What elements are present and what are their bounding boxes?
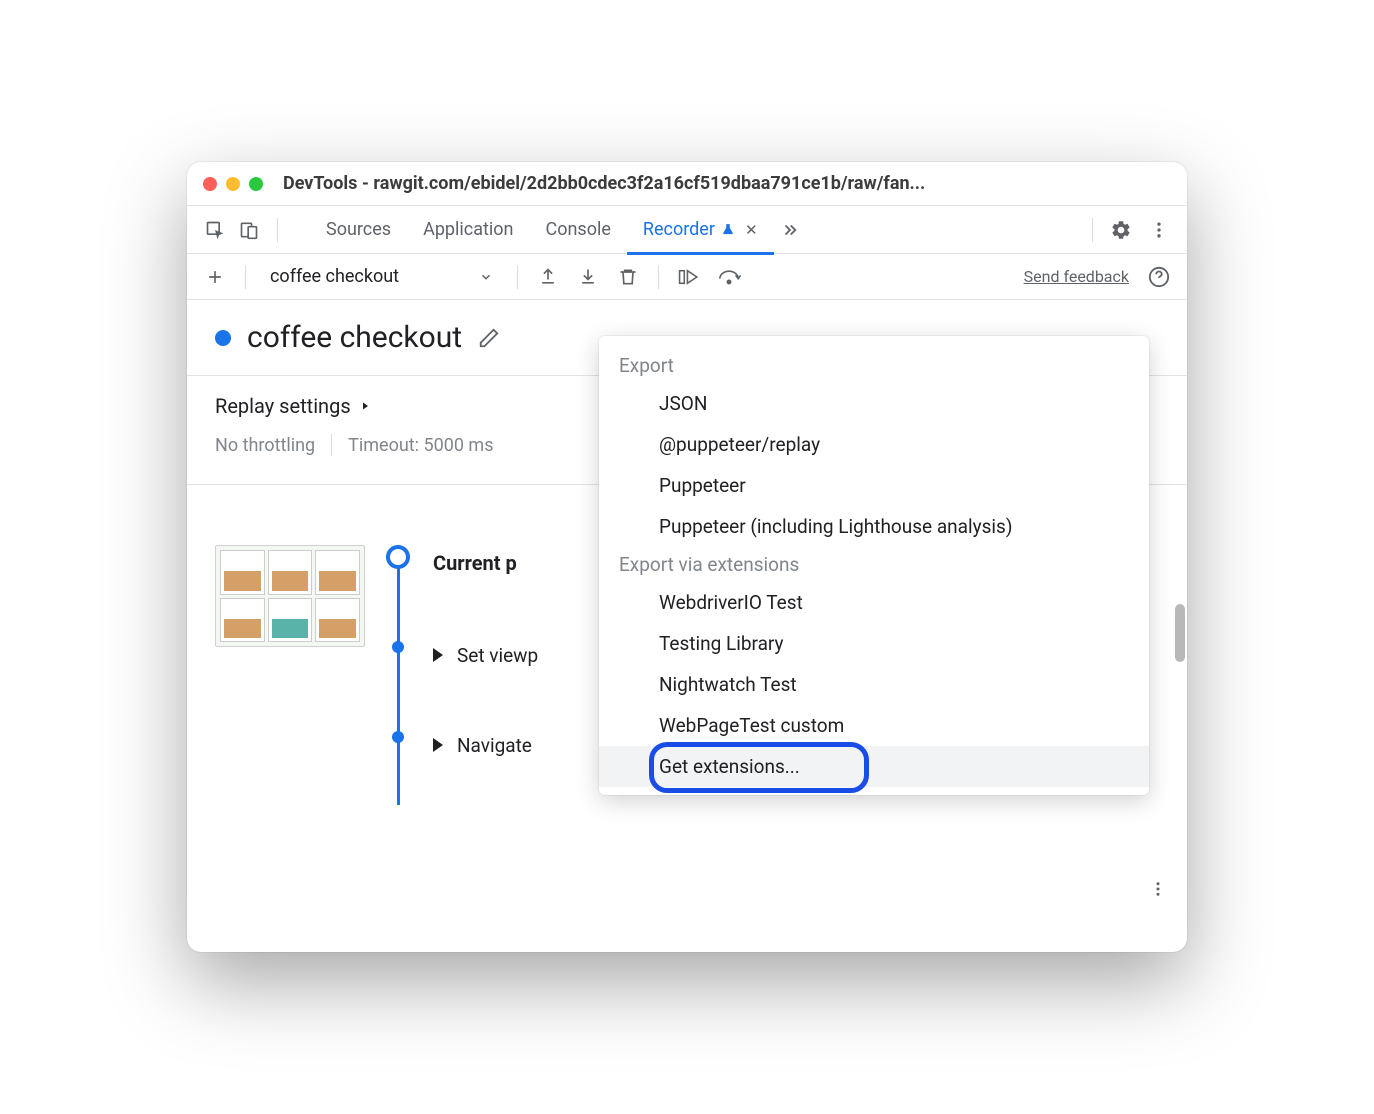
recording-title: coffee checkout <box>247 320 462 355</box>
dropdown-item-label: JSON <box>659 392 707 415</box>
separator <box>658 265 659 289</box>
step-menu-icon[interactable] <box>1149 880 1167 898</box>
inspect-element-icon[interactable] <box>199 214 231 246</box>
close-window-button[interactable] <box>203 177 217 191</box>
expand-icon <box>433 648 443 662</box>
dropdown-item-label: WebdriverIO Test <box>659 591 803 614</box>
export-puppeteer-replay[interactable]: @puppeteer/replay <box>599 424 1149 465</box>
step-label: Current p <box>433 551 517 575</box>
step-label: Set viewp <box>457 644 538 667</box>
dropdown-item-label: Puppeteer (including Lighthouse analysis… <box>659 515 1012 538</box>
recorder-toolbar: coffee checkout Send feedback <box>187 254 1187 300</box>
devtools-window: DevTools - rawgit.com/ebidel/2d2bb0cdec3… <box>187 162 1187 952</box>
step-over-icon[interactable] <box>713 261 745 293</box>
dropdown-item-label: @puppeteer/replay <box>659 433 820 456</box>
dropdown-item-label: Puppeteer <box>659 474 746 497</box>
more-menu-icon[interactable] <box>1143 214 1175 246</box>
maximize-window-button[interactable] <box>249 177 263 191</box>
separator <box>1092 218 1093 242</box>
export-icon[interactable] <box>532 261 564 293</box>
tab-label: Sources <box>326 219 391 240</box>
import-icon[interactable] <box>572 261 604 293</box>
export-get-extensions[interactable]: Get extensions... <box>599 746 1149 787</box>
dropdown-item-label: WebPageTest custom <box>659 714 844 737</box>
tab-label: Console <box>545 219 610 240</box>
export-section-label: Export <box>599 348 1149 383</box>
close-tab-icon[interactable]: ✕ <box>745 221 758 239</box>
export-nightwatch[interactable]: Nightwatch Test <box>599 664 1149 705</box>
tab-application[interactable]: Application <box>407 206 529 254</box>
scrollbar-thumb[interactable] <box>1175 604 1185 662</box>
tabbar: Sources Application Console Recorder ✕ <box>187 206 1187 254</box>
chevron-down-icon <box>479 270 493 284</box>
send-feedback-link[interactable]: Send feedback <box>1024 267 1129 286</box>
separator <box>517 265 518 289</box>
separator <box>277 218 278 242</box>
throttling-value: No throttling <box>215 435 315 456</box>
settings-icon[interactable] <box>1105 214 1137 246</box>
step-label: Navigate <box>457 734 532 757</box>
separator <box>245 265 246 289</box>
export-testing-library[interactable]: Testing Library <box>599 623 1149 664</box>
device-toolbar-icon[interactable] <box>233 214 265 246</box>
timeline-line <box>397 557 400 805</box>
tab-label: Application <box>423 219 513 240</box>
dropdown-item-label: Testing Library <box>659 632 784 655</box>
recording-indicator-icon <box>215 330 231 346</box>
more-tabs-icon[interactable] <box>774 214 806 246</box>
tabs: Sources Application Console Recorder ✕ <box>310 206 806 254</box>
window-title: DevTools - rawgit.com/ebidel/2d2bb0cdec3… <box>283 173 925 194</box>
export-puppeteer[interactable]: Puppeteer <box>599 465 1149 506</box>
separator <box>331 434 332 456</box>
experiment-icon <box>721 222 735 238</box>
replay-icon[interactable] <box>673 261 705 293</box>
expand-icon <box>433 738 443 752</box>
export-extensions-section-label: Export via extensions <box>599 547 1149 582</box>
minimize-window-button[interactable] <box>226 177 240 191</box>
export-json[interactable]: JSON <box>599 383 1149 424</box>
export-puppeteer-lighthouse[interactable]: Puppeteer (including Lighthouse analysis… <box>599 506 1149 547</box>
export-webpagetest[interactable]: WebPageTest custom <box>599 705 1149 746</box>
export-webdriverio[interactable]: WebdriverIO Test <box>599 582 1149 623</box>
export-dropdown: Export JSON @puppeteer/replay Puppeteer … <box>599 336 1149 795</box>
edit-title-icon[interactable] <box>478 327 500 349</box>
delete-icon[interactable] <box>612 261 644 293</box>
tab-recorder[interactable]: Recorder ✕ <box>627 206 774 254</box>
traffic-lights <box>203 177 263 191</box>
help-icon[interactable] <box>1143 261 1175 293</box>
timeline-dot <box>392 731 404 743</box>
tab-console[interactable]: Console <box>529 206 626 254</box>
chevron-right-icon <box>359 399 371 413</box>
new-recording-icon[interactable] <box>199 261 231 293</box>
dropdown-item-label: Nightwatch Test <box>659 673 797 696</box>
tab-sources[interactable]: Sources <box>310 206 407 254</box>
recording-select[interactable]: coffee checkout <box>260 261 503 293</box>
replay-settings-label: Replay settings <box>215 394 351 418</box>
timeline-dot <box>392 641 404 653</box>
dropdown-item-label: Get extensions... <box>659 755 800 778</box>
page-thumbnail <box>215 545 365 647</box>
titlebar: DevTools - rawgit.com/ebidel/2d2bb0cdec3… <box>187 162 1187 206</box>
timeout-value: Timeout: 5000 ms <box>348 435 493 456</box>
tab-label: Recorder <box>643 219 715 240</box>
recording-select-label: coffee checkout <box>270 266 399 287</box>
timeline-start-marker <box>386 545 410 569</box>
step-actions-column <box>1149 880 1167 952</box>
